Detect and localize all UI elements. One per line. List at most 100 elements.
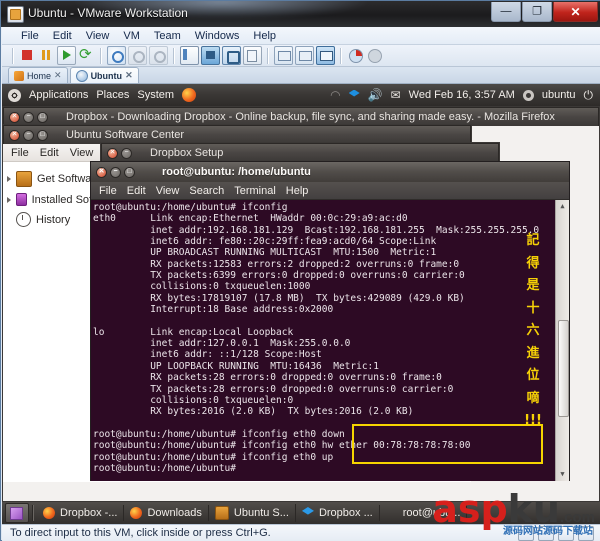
terminal-title-bar: ✕ − □ root@ubuntu: /home/ubuntu xyxy=(91,162,569,182)
disk-activity-icon[interactable] xyxy=(366,47,383,64)
scroll-up-icon[interactable]: ▲ xyxy=(558,202,567,211)
menu-system[interactable]: System xyxy=(137,89,174,101)
terminal-menu-search[interactable]: Search xyxy=(189,185,224,197)
menu-view[interactable]: View xyxy=(79,29,117,43)
quick-switch-icon[interactable] xyxy=(243,46,262,65)
tab-home-label: Home xyxy=(27,70,52,81)
show-desktop-icon[interactable] xyxy=(5,503,29,523)
taskbar-item-dropbox-firefox[interactable]: Dropbox -... xyxy=(37,505,125,521)
power-on-icon[interactable] xyxy=(57,46,76,65)
snapshot-manager-icon[interactable] xyxy=(149,46,168,65)
usc-menu-edit[interactable]: Edit xyxy=(40,147,59,159)
network-status-icon[interactable] xyxy=(538,525,554,541)
console-view-icon[interactable] xyxy=(295,46,314,65)
clock[interactable]: Wed Feb 16, 3:57 AM xyxy=(409,89,515,101)
close-icon[interactable]: ✕ xyxy=(96,166,107,178)
hard-disk-status-icon[interactable] xyxy=(518,525,534,541)
maximize-icon[interactable]: □ xyxy=(37,111,48,123)
dropbox-icon xyxy=(301,507,314,515)
annotation-char: !!! xyxy=(524,413,542,428)
menu-team[interactable]: Team xyxy=(147,29,188,43)
terminal-menu-view[interactable]: View xyxy=(156,185,180,197)
menu-help[interactable]: Help xyxy=(246,29,283,43)
terminal-scroll-thumb[interactable] xyxy=(558,320,569,417)
usc-menu-file[interactable]: File xyxy=(11,147,29,159)
vmware-title-bar: Ubuntu - VMware Workstation — ❐ ✕ xyxy=(1,1,600,27)
terminal-output-area[interactable]: root@ubuntu:/home/ubuntu# ifconfig eth0 … xyxy=(91,200,569,481)
terminal-window[interactable]: ✕ − □ root@ubuntu: /home/ubuntu File Edi… xyxy=(90,161,570,481)
menu-edit[interactable]: Edit xyxy=(46,29,79,43)
window-controls: — ❐ ✕ xyxy=(491,2,598,22)
close-button[interactable]: ✕ xyxy=(553,2,598,22)
user-name[interactable]: ubuntu xyxy=(542,89,576,101)
taskbar-item-software-center[interactable]: Ubuntu S... xyxy=(209,504,296,522)
close-icon[interactable]: ✕ xyxy=(107,147,118,159)
chevron-right-icon[interactable] xyxy=(7,176,11,182)
minimize-icon[interactable]: − xyxy=(23,111,34,123)
annotation-text-vertical: 記得是十六進位嘀!!! xyxy=(524,230,542,433)
tab-ubuntu-label: Ubuntu xyxy=(90,70,123,81)
firefox-launcher-icon[interactable] xyxy=(182,88,197,102)
maximize-button[interactable]: ❐ xyxy=(522,2,552,22)
terminal-menu-edit[interactable]: Edit xyxy=(127,185,146,197)
tab-home-close-icon[interactable]: ✕ xyxy=(54,70,62,81)
minimize-button[interactable]: — xyxy=(491,2,521,22)
menu-places[interactable]: Places xyxy=(96,89,129,101)
toolbar-sep xyxy=(12,47,14,64)
taskbar-item-terminal[interactable]: root@ubu... xyxy=(380,505,468,521)
tab-home[interactable]: Home ✕ xyxy=(8,67,68,83)
revert-snapshot-icon[interactable] xyxy=(128,46,147,65)
ubuntu-logo-icon xyxy=(8,88,21,102)
maximize-glyph: ❐ xyxy=(532,5,542,17)
annotation-char: 六 xyxy=(526,323,540,338)
menu-file[interactable]: File xyxy=(14,29,46,43)
thumbnail-view-icon[interactable] xyxy=(316,46,335,65)
sound-status-icon[interactable] xyxy=(578,525,594,541)
volume-icon[interactable]: 🔊 xyxy=(368,88,383,102)
chevron-right-icon[interactable] xyxy=(7,196,11,203)
minimize-icon[interactable]: − xyxy=(23,129,34,141)
summary-view-icon[interactable] xyxy=(274,46,293,65)
wifi-icon[interactable]: ◠ xyxy=(330,88,340,102)
show-sidebar-icon[interactable] xyxy=(180,46,199,65)
shared-folders-icon[interactable] xyxy=(347,47,364,64)
maximize-icon[interactable]: □ xyxy=(124,166,135,178)
ubuntu-tab-icon xyxy=(75,69,88,82)
dropbox-tray-icon[interactable] xyxy=(348,89,360,97)
history-icon xyxy=(16,212,31,227)
terminal-menu-help[interactable]: Help xyxy=(286,185,309,197)
fullscreen-icon[interactable] xyxy=(201,46,220,65)
menu-vm[interactable]: VM xyxy=(116,29,147,43)
user-status-icon[interactable] xyxy=(522,89,534,101)
usc-menu-view[interactable]: View xyxy=(70,147,94,159)
minimize-icon[interactable]: − xyxy=(110,166,121,178)
terminal-scrollbar[interactable]: ▲ ▼ xyxy=(555,200,569,481)
maximize-icon[interactable]: □ xyxy=(37,129,48,141)
mail-icon[interactable]: ✉ xyxy=(391,88,401,102)
terminal-menu-terminal[interactable]: Terminal xyxy=(234,185,276,197)
snapshot-icon[interactable] xyxy=(107,46,126,65)
menu-applications[interactable]: Applications xyxy=(29,89,88,101)
tab-ubuntu-close-icon[interactable]: ✕ xyxy=(125,70,133,81)
reset-icon[interactable] xyxy=(78,45,95,64)
taskbar-label-3: Dropbox ... xyxy=(318,507,373,519)
window-buttons-terminal: ✕ − □ xyxy=(96,166,135,178)
power-off-icon[interactable] xyxy=(19,47,36,64)
tab-ubuntu[interactable]: Ubuntu ✕ xyxy=(69,67,139,83)
scroll-down-icon[interactable]: ▼ xyxy=(558,470,567,479)
taskbar-item-downloads[interactable]: Downloads xyxy=(124,505,209,521)
taskbar-label-2: Ubuntu S... xyxy=(233,507,289,519)
unity-icon[interactable] xyxy=(222,46,241,65)
close-icon[interactable]: ✕ xyxy=(9,129,20,141)
guest-screen: Applications Places System ◠ 🔊 ✉ Wed Feb… xyxy=(2,84,600,502)
power-icon[interactable]: ⏻ xyxy=(584,88,594,103)
menu-windows[interactable]: Windows xyxy=(188,29,247,43)
close-icon[interactable]: ✕ xyxy=(9,111,20,123)
taskbar-item-dropbox-setup[interactable]: Dropbox ... xyxy=(296,505,380,521)
usb-status-icon[interactable] xyxy=(558,525,574,541)
minimize-icon[interactable]: − xyxy=(121,147,132,159)
vmware-status-bar: To direct input to this VM, click inside… xyxy=(2,524,600,541)
terminal-menu-file[interactable]: File xyxy=(99,185,117,197)
suspend-icon[interactable] xyxy=(38,47,55,64)
annotation-char: 是 xyxy=(526,278,540,293)
